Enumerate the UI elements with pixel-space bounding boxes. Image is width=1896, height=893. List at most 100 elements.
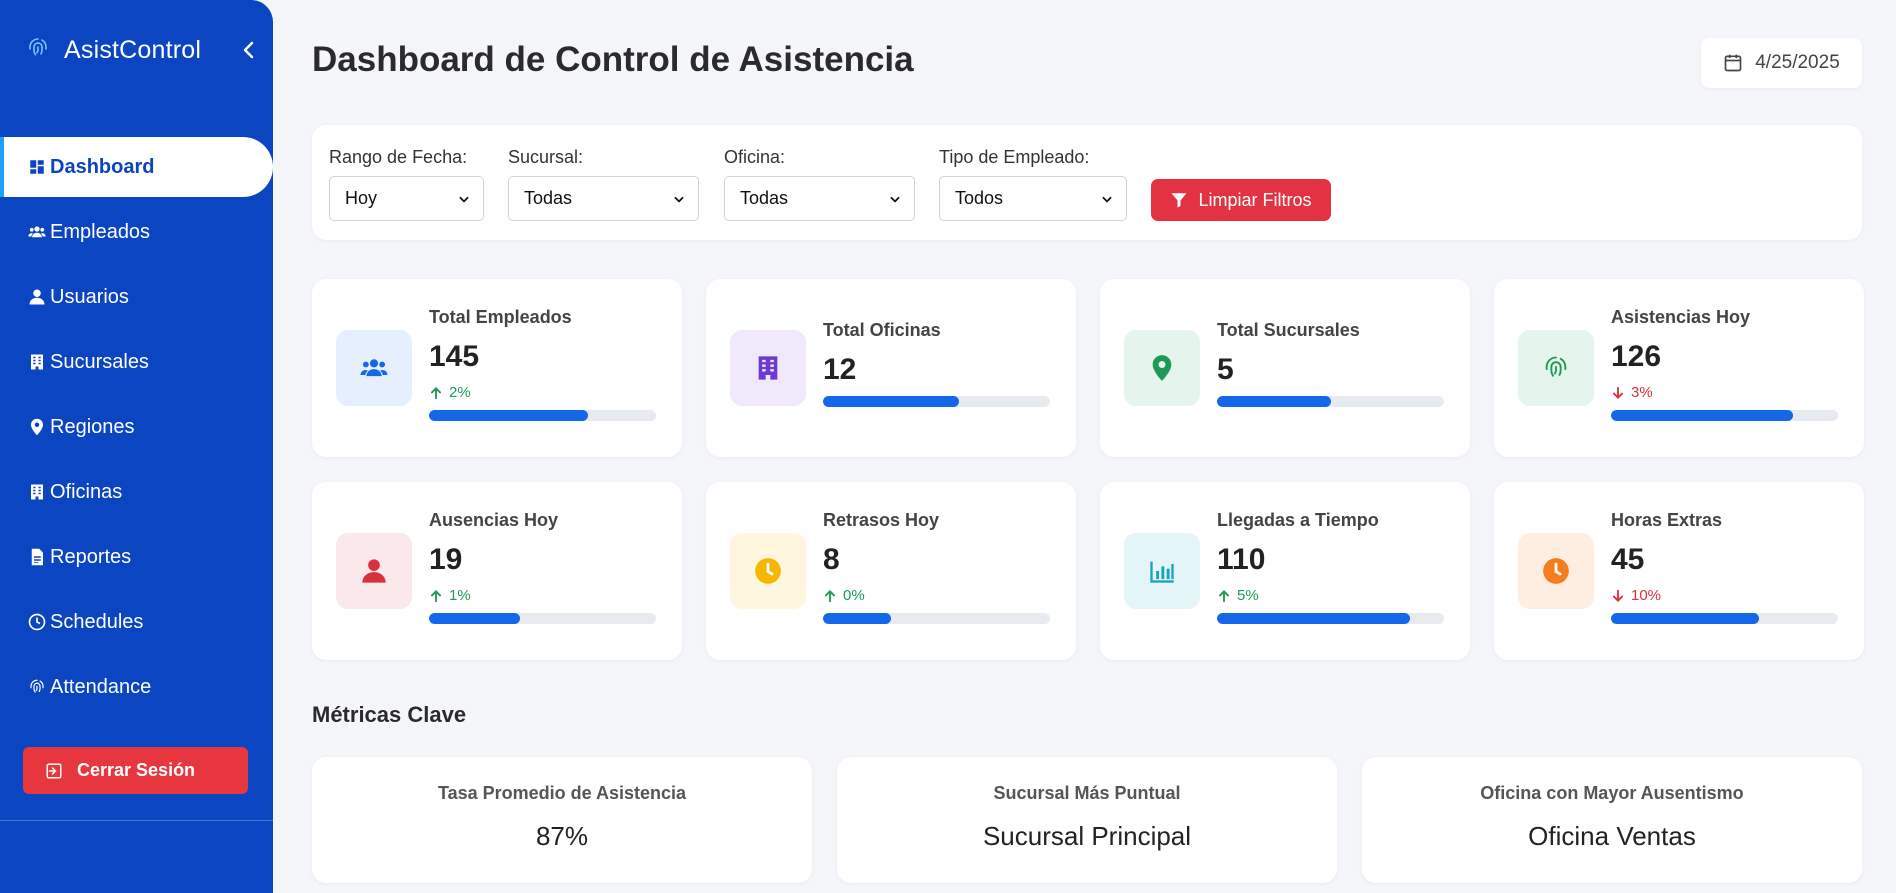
stat-progress-bar bbox=[1611, 613, 1838, 624]
stat-label: Horas Extras bbox=[1611, 510, 1723, 530]
stat-change: 1% bbox=[429, 587, 656, 604]
map-pin-icon bbox=[1152, 355, 1172, 381]
user-icon bbox=[362, 559, 386, 583]
sidebar-item-label: Empleados bbox=[50, 220, 151, 243]
employee-type-select[interactable]: Todos bbox=[939, 176, 1127, 221]
building-icon bbox=[31, 354, 43, 370]
stat-label: Total Oficinas bbox=[823, 320, 941, 340]
stat-card-llegadas-a-tiempo: Llegadas a Tiempo 110 5% bbox=[1100, 482, 1470, 660]
stat-progress-fill bbox=[429, 410, 588, 421]
calendar-icon bbox=[1724, 54, 1742, 72]
stat-card-total-sucursales: Total Sucursales 5 bbox=[1100, 279, 1470, 457]
arrow-up-icon bbox=[430, 589, 442, 602]
metric-card-most-punctual-branch: Sucursal Más Puntual Sucursal Principal bbox=[837, 757, 1337, 883]
stat-progress-fill bbox=[1217, 396, 1331, 407]
current-date[interactable]: 4/25/2025 bbox=[1701, 38, 1862, 88]
brand[interactable]: AsistControl bbox=[26, 36, 201, 65]
employee-type-value: Todos bbox=[955, 188, 1004, 208]
stat-progress-fill bbox=[1217, 613, 1410, 624]
map-pin-icon bbox=[31, 418, 43, 436]
sidebar-nav: Dashboard Empleados Usuarios Sucursales … bbox=[0, 137, 273, 722]
stat-change-value: 3% bbox=[1631, 384, 1653, 401]
clear-filters-button[interactable]: Limpiar Filtros bbox=[1151, 179, 1331, 221]
sidebar-item-dashboard[interactable]: Dashboard bbox=[0, 137, 273, 197]
building-icon bbox=[758, 356, 778, 380]
stat-change: 5% bbox=[1217, 587, 1444, 604]
stat-progress-bar bbox=[1217, 613, 1444, 624]
dashboard-icon bbox=[30, 160, 44, 174]
sidebar-item-empleados[interactable]: Empleados bbox=[0, 202, 273, 262]
stat-icon-box bbox=[336, 330, 412, 406]
office-label: Oficina: bbox=[724, 147, 786, 167]
metric-label: Oficina con Mayor Ausentismo bbox=[1480, 783, 1744, 803]
logout-button[interactable]: Cerrar Sesión bbox=[23, 747, 248, 794]
collapse-sidebar-button[interactable] bbox=[237, 38, 261, 62]
stat-progress-bar bbox=[1217, 396, 1444, 407]
branch-select[interactable]: Todas bbox=[508, 176, 699, 221]
stat-label: Asistencias Hoy bbox=[1611, 307, 1751, 327]
clock-icon bbox=[28, 613, 46, 631]
stat-value: 5 bbox=[1217, 353, 1234, 386]
sidebar-item-label: Sucursales bbox=[50, 350, 149, 373]
stat-progress-bar bbox=[1611, 410, 1838, 421]
stat-card-retrasos-hoy: Retrasos Hoy 8 0% bbox=[706, 482, 1076, 660]
stat-progress-fill bbox=[1611, 613, 1759, 624]
stat-icon-box bbox=[730, 533, 806, 609]
office-value: Todas bbox=[740, 188, 789, 208]
stat-change-value: 10% bbox=[1631, 587, 1662, 604]
date-text: 4/25/2025 bbox=[1755, 52, 1840, 73]
stat-card-asistencias-hoy: Asistencias Hoy 126 3% bbox=[1494, 279, 1864, 457]
stat-change-value: 0% bbox=[843, 587, 865, 604]
stat-card-total-empleados: Total Empleados 145 2% bbox=[312, 279, 682, 457]
bar-chart-icon bbox=[1150, 561, 1174, 583]
sidebar-item-label: Usuarios bbox=[50, 285, 129, 308]
sidebar-item-attendance[interactable]: Attendance bbox=[0, 657, 273, 717]
logout-icon bbox=[46, 763, 62, 778]
arrow-up-icon bbox=[430, 386, 442, 399]
metric-value: Oficina Ventas bbox=[1528, 821, 1696, 851]
office-select[interactable]: Todas bbox=[724, 176, 915, 221]
sidebar-divider bbox=[0, 820, 273, 821]
stat-progress-bar bbox=[429, 613, 656, 624]
employee-type-filter: Tipo de Empleado: Todos bbox=[939, 147, 1127, 221]
stat-value: 145 bbox=[429, 340, 480, 373]
stat-value: 8 bbox=[823, 543, 840, 576]
stat-change: 2% bbox=[429, 384, 656, 401]
sidebar-item-regiones[interactable]: Regiones bbox=[0, 397, 273, 457]
stat-icon-box bbox=[1124, 330, 1200, 406]
users-icon bbox=[28, 226, 46, 238]
metric-card-highest-absence-office: Oficina con Mayor Ausentismo Oficina Ven… bbox=[1362, 757, 1862, 883]
stat-change-value: 2% bbox=[449, 384, 471, 401]
logout-label: Cerrar Sesión bbox=[77, 760, 196, 780]
stat-label: Ausencias Hoy bbox=[429, 510, 559, 530]
sidebar-item-label: Reportes bbox=[50, 545, 132, 568]
stat-value: 126 bbox=[1611, 340, 1662, 373]
stat-icon-box bbox=[1518, 533, 1594, 609]
sidebar-item-reportes[interactable]: Reportes bbox=[0, 527, 273, 587]
stat-change: 10% bbox=[1611, 587, 1838, 604]
employee-type-label: Tipo de Empleado: bbox=[939, 147, 1090, 167]
arrow-down-icon bbox=[1612, 386, 1624, 399]
stat-card-total-oficinas: Total Oficinas 12 bbox=[706, 279, 1076, 457]
date-range-value: Hoy bbox=[345, 188, 378, 208]
sidebar-item-label: Regiones bbox=[50, 415, 135, 438]
sidebar-item-sucursales[interactable]: Sucursales bbox=[0, 332, 273, 392]
sidebar-item-oficinas[interactable]: Oficinas bbox=[0, 462, 273, 522]
filter-icon bbox=[1171, 193, 1187, 208]
page-title: Dashboard de Control de Asistencia bbox=[312, 40, 914, 79]
sidebar-item-usuarios[interactable]: Usuarios bbox=[0, 267, 273, 327]
stat-progress-fill bbox=[823, 396, 960, 407]
key-metrics-title: Métricas Clave bbox=[312, 702, 467, 727]
stat-icon-box bbox=[336, 533, 412, 609]
document-icon bbox=[31, 548, 43, 566]
date-range-filter: Rango de Fecha: Hoy bbox=[329, 147, 484, 221]
clock-icon bbox=[1543, 558, 1569, 584]
date-range-select[interactable]: Hoy bbox=[329, 176, 484, 221]
sidebar-item-schedules[interactable]: Schedules bbox=[0, 592, 273, 652]
stat-label: Llegadas a Tiempo bbox=[1217, 510, 1379, 530]
stat-progress-bar bbox=[823, 613, 1050, 624]
arrow-up-icon bbox=[824, 589, 836, 602]
clear-filters-label: Limpiar Filtros bbox=[1198, 189, 1312, 210]
date-range-label: Rango de Fecha: bbox=[329, 147, 468, 167]
app-name: AsistControl bbox=[64, 36, 202, 64]
